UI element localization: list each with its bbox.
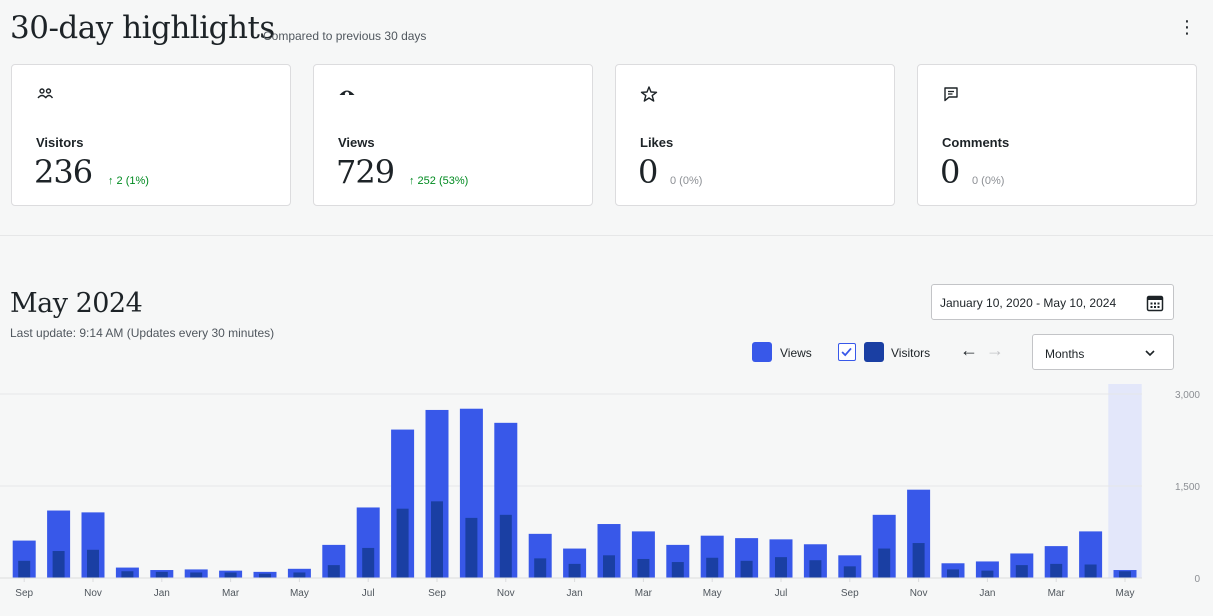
visitors-bar	[1050, 563, 1063, 578]
card-label: Visitors	[36, 135, 84, 150]
visitors-bar	[981, 570, 994, 578]
x-tick-label: Jan	[979, 588, 995, 599]
visitors-bar	[1015, 565, 1028, 578]
x-tick-label: May	[290, 588, 309, 599]
views-card[interactable]: Views 729 ↑ 252 (53%)	[313, 64, 593, 206]
visitors-legend-swatch	[864, 342, 884, 362]
x-tick-label: May	[703, 588, 722, 599]
x-tick-label: Sep	[841, 588, 859, 599]
card-delta: 0 (0%)	[670, 175, 703, 187]
date-range-label: January 10, 2020 - May 10, 2024	[940, 296, 1117, 310]
card-label: Likes	[640, 135, 674, 150]
visitors-bar	[190, 572, 203, 578]
visitors-bar	[327, 565, 340, 578]
visitors-bar	[740, 560, 753, 578]
card-value: 0	[940, 153, 960, 191]
y-tick-label: 1,500	[1175, 482, 1200, 493]
visitors-bar	[52, 551, 65, 578]
visitors-bar	[87, 549, 99, 578]
previous-period-button[interactable]: ←	[960, 340, 978, 361]
card-delta: ↑ 2 (1%)	[108, 175, 149, 187]
visitors-card[interactable]: Visitors 236 ↑ 2 (1%)	[11, 64, 291, 206]
comments-card[interactable]: Comments 0 0 (0%)	[917, 64, 1197, 206]
x-tick-label: Nov	[84, 588, 102, 599]
visitors-checkbox[interactable]	[838, 343, 856, 361]
visitors-bar	[671, 562, 684, 578]
visitors-bar	[18, 560, 31, 578]
x-tick-label: Sep	[428, 588, 446, 599]
next-period-button[interactable]: →	[986, 340, 1004, 361]
last-update-text: Last update: 9:14 AM (Updates every 30 m…	[10, 326, 275, 340]
card-delta: 0 (0%)	[972, 175, 1005, 187]
eye-icon	[339, 90, 355, 97]
highlights-title: 30-day highlights	[10, 10, 275, 46]
visitors-bar	[775, 557, 787, 578]
card-delta: ↑ 252 (53%)	[409, 175, 469, 187]
views-visitors-bar-chart: 3,000 1,500 0 Sep Nov Jan Mar May Jul Sep Nov Jan Ma…	[0, 384, 1200, 599]
visitors-bar	[259, 573, 271, 578]
period-select-value: Months	[1045, 347, 1085, 361]
visitors-bar	[912, 543, 925, 578]
likes-card[interactable]: Likes 0 0 (0%)	[615, 64, 895, 206]
x-tick-label: Sep	[15, 588, 33, 599]
visitors-bar	[1084, 564, 1097, 578]
visitors-bar	[155, 571, 168, 578]
chevron-down-icon	[1145, 350, 1155, 357]
x-tick-label: Nov	[497, 588, 515, 599]
current-month-highlight	[1108, 384, 1142, 578]
card-label: Comments	[942, 135, 1010, 150]
visitors-bar	[706, 557, 719, 578]
visitors-bar	[947, 569, 959, 578]
visitors-bar	[293, 572, 306, 578]
x-tick-label: Nov	[910, 588, 928, 599]
visitors-bar	[121, 571, 134, 578]
date-range-picker[interactable]: January 10, 2020 - May 10, 2024	[931, 284, 1174, 320]
chart-period-title: May 2024	[10, 288, 143, 319]
card-value: 729	[336, 153, 395, 191]
star-icon	[640, 86, 658, 102]
x-tick-label: Jan	[154, 588, 170, 599]
comment-icon	[944, 87, 958, 102]
visitors-bar	[878, 548, 891, 578]
visitors-bar	[1119, 571, 1131, 578]
visitors-bar	[499, 514, 512, 578]
visitors-bar	[843, 566, 856, 578]
x-tick-label: Jul	[362, 588, 375, 599]
card-value: 0	[638, 153, 658, 191]
visitors-bar	[568, 563, 581, 578]
visitors-bar	[431, 501, 443, 578]
views-legend-label: Views	[780, 346, 812, 360]
y-tick-label: 0	[1194, 574, 1200, 585]
visitors-legend-label: Visitors	[891, 346, 931, 360]
visitors-bar	[224, 572, 237, 578]
period-select[interactable]: Months	[1032, 334, 1174, 370]
visitors-bar	[534, 558, 547, 578]
card-value: 236	[34, 153, 93, 191]
x-tick-label: Mar	[635, 588, 653, 599]
visitors-bar	[396, 508, 409, 578]
y-tick-label: 3,000	[1175, 390, 1200, 401]
visitors-bar	[603, 555, 615, 578]
checkmark-icon	[841, 347, 852, 357]
card-label: Views	[338, 135, 375, 150]
visitors-bar	[809, 560, 822, 578]
x-tick-label: Jan	[567, 588, 583, 599]
x-tick-label: Mar	[222, 588, 240, 599]
x-tick-label: May	[1116, 588, 1135, 599]
people-icon	[37, 88, 54, 99]
highlights-subtitle: Compared to previous 30 days	[263, 29, 427, 43]
views-legend-swatch	[752, 342, 772, 362]
more-options-icon[interactable]: ⋮	[1178, 16, 1196, 38]
highlights-section: 30-day highlights Compared to previous 3…	[0, 0, 1213, 236]
x-tick-label: Jul	[775, 588, 788, 599]
calendar-icon	[1146, 295, 1164, 312]
visitors-bar	[637, 558, 650, 578]
visitors-bar	[465, 517, 478, 578]
x-tick-label: Mar	[1048, 588, 1066, 599]
visitors-bar	[362, 547, 375, 578]
